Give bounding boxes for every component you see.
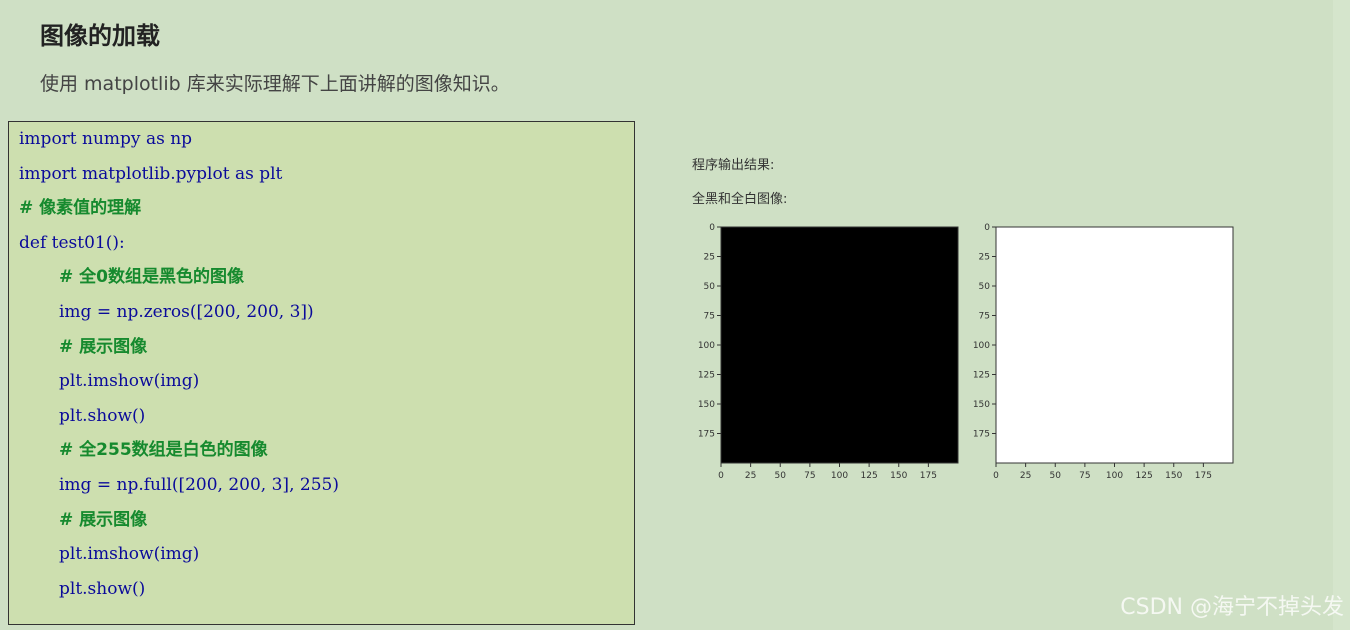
y-tick-label: 25	[704, 253, 715, 263]
y-tick-label: 50	[704, 282, 716, 292]
code-line: img = np.zeros([200, 200, 3])	[59, 302, 314, 322]
y-tick-label: 150	[698, 400, 715, 410]
code-line: plt.imshow(img)	[59, 371, 200, 392]
image-area	[721, 227, 958, 463]
x-tick-label: 150	[890, 471, 907, 481]
x-tick-label: 175	[1195, 471, 1212, 481]
y-tick-label: 75	[979, 312, 990, 322]
code-line: def test01():	[19, 232, 125, 253]
x-tick-label: 50	[775, 471, 787, 481]
x-tick-label: 75	[804, 471, 815, 481]
black-image-plot: 0 25 50 75 100 125 150 175 0 25 50 75 100 125 150 175	[690, 218, 970, 492]
code-line: plt.imshow(img)	[59, 544, 200, 565]
y-tick-label: 100	[698, 341, 715, 351]
article-heading: 图像的加载	[40, 22, 160, 50]
code-comment-line: # 展示图像	[59, 509, 148, 530]
y-tick-label: 25	[979, 253, 990, 263]
y-tick-label: 50	[979, 282, 991, 292]
code-line: import matplotlib.pyplot as plt	[19, 163, 283, 184]
code-line: import numpy as np	[19, 129, 193, 149]
y-tick-label: 150	[973, 400, 990, 410]
y-tick-label: 0	[709, 223, 715, 233]
x-tick-label: 75	[1079, 471, 1090, 481]
x-tick-label: 0	[993, 471, 999, 481]
code-line: plt.show()	[59, 578, 146, 599]
x-tick-label: 0	[718, 471, 724, 481]
x-tick-label: 50	[1050, 471, 1062, 481]
white-image-plot-svg: 0 25 50 75 100 125 150 175 0 25 50 75 100 125 150 175	[973, 223, 1234, 481]
x-tick-label: 25	[745, 471, 756, 481]
code-line: img = np.full([200, 200, 3], 255)	[59, 475, 339, 495]
y-tick-label: 75	[704, 312, 715, 322]
code-comment-line: # 全0数组是黑色的图像	[59, 267, 244, 288]
y-tick-label: 100	[973, 341, 990, 351]
x-tick-label: 125	[861, 471, 878, 481]
x-tick-label: 100	[1106, 471, 1123, 481]
code-comment-line: # 展示图像	[59, 336, 148, 357]
code-block[interactable]: import numpy as np import matplotlib.pypl…	[8, 121, 635, 625]
y-tick-label: 0	[984, 223, 990, 233]
x-tick-label: 125	[1136, 471, 1153, 481]
x-tick-label: 100	[831, 471, 848, 481]
x-tick-label: 150	[1165, 471, 1182, 481]
y-tick-label: 175	[698, 430, 715, 440]
code-comment-line: # 像素值的理解	[19, 198, 142, 219]
white-image-plot: 0 25 50 75 100 125 150 175 0 25 50 75 100 125 150 175	[965, 218, 1245, 492]
x-tick-label: 175	[920, 471, 937, 481]
y-tick-label: 125	[698, 371, 715, 381]
output-sublabel: 全黑和全白图像:	[692, 192, 788, 207]
code-comment-line: # 全255数组是白色的图像	[59, 440, 268, 461]
code-line: plt.show()	[59, 405, 146, 426]
black-image-plot-svg: 0 25 50 75 100 125 150 175 0 25 50 75 100 125 150 175	[698, 223, 959, 481]
x-tick-label: 25	[1020, 471, 1031, 481]
image-area	[996, 227, 1233, 463]
y-tick-label: 175	[973, 430, 990, 440]
article-intro: 使用 matplotlib 库来实际理解下上面讲解的图像知识。	[40, 73, 510, 95]
page-scroll-gutter	[1333, 0, 1350, 630]
csdn-watermark: CSDN @海宁不掉头发	[1120, 595, 1344, 620]
output-label: 程序输出结果:	[692, 158, 775, 173]
y-tick-label: 125	[973, 371, 990, 381]
